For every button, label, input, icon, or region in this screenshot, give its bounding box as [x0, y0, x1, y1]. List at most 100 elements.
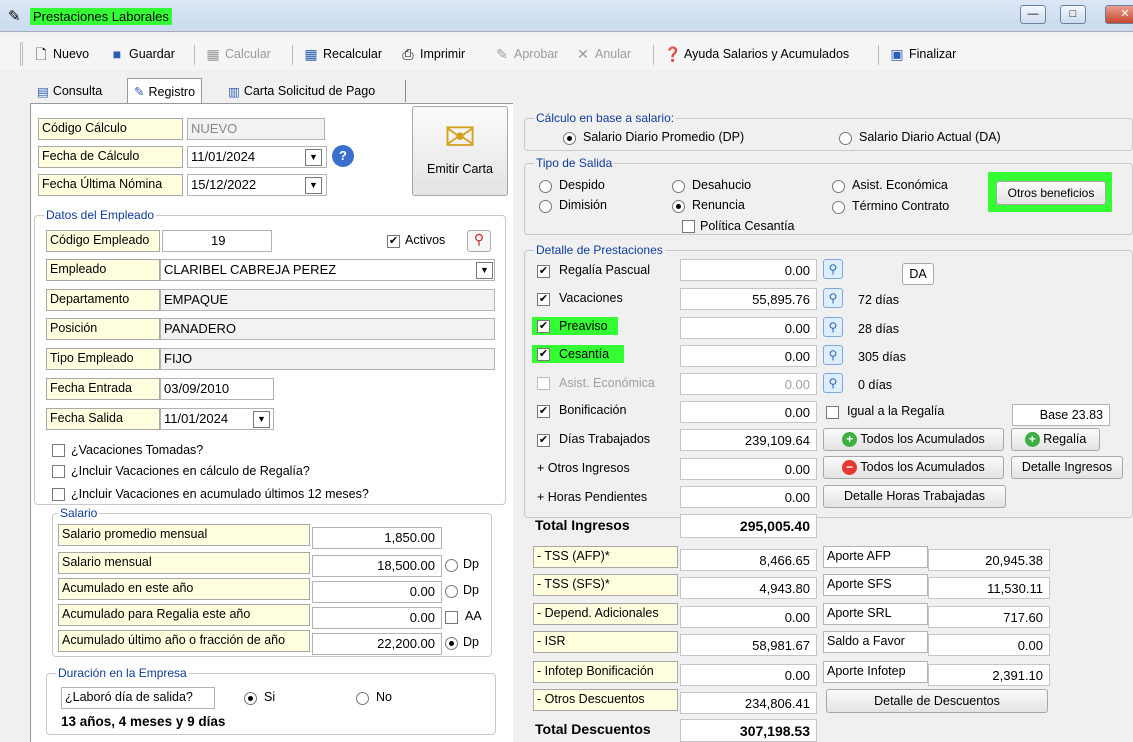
todos-acumulados-add-button[interactable]: + Todos los Acumulados — [823, 428, 1004, 451]
nuevo-button[interactable]: 🗋 Nuevo — [33, 45, 89, 63]
tab-registro[interactable]: ✎ Registro — [127, 78, 203, 104]
asist-checkbox[interactable] — [537, 377, 550, 390]
desahucio-radio[interactable] — [672, 180, 685, 193]
imprimir-button[interactable]: ⎙ Imprimir — [400, 45, 465, 63]
fecha-ultima-nomina-dropdown[interactable]: ▼ — [305, 177, 322, 194]
otros-beneficios-button[interactable]: Otros beneficios — [996, 181, 1106, 205]
exit-door-icon: ▣ — [890, 46, 904, 62]
tab-carta[interactable]: ▥ Carta Solicitud de Pago — [221, 78, 382, 104]
acumulado-ultimo-label: Acumulado último año o fracción de año — [58, 630, 310, 652]
acumulado-regalia-field[interactable]: 0.00 — [312, 607, 442, 629]
fecha-ultima-nomina-label: Fecha Última Nómina — [38, 174, 183, 196]
detalle-descuentos-button[interactable]: Detalle de Descuentos — [826, 689, 1048, 713]
tab-label: Carta Solicitud de Pago — [243, 84, 376, 98]
politica-cesantia-checkbox[interactable] — [682, 220, 695, 233]
calcular-button[interactable]: ▦ Calcular — [205, 45, 271, 63]
departamento-label: Departamento — [46, 289, 160, 311]
salario-dp-radio[interactable] — [563, 132, 576, 145]
vacaciones-acumulado-label: ¿Incluir Vacaciones en acumulado últimos… — [71, 487, 369, 501]
total-descuentos-label: Total Descuentos — [535, 721, 651, 737]
acumulado-regalia-label: Acumulado para Regalia este año — [58, 604, 310, 626]
igual-regalia-checkbox[interactable] — [826, 406, 839, 419]
salario-mensual-radio[interactable] — [445, 559, 458, 572]
igual-regalia-label: Igual a la Regalía — [847, 404, 945, 418]
salario-da-radio[interactable] — [839, 132, 852, 145]
acumulado-regalia-checkbox[interactable] — [445, 611, 458, 624]
detalle-horas-button[interactable]: Detalle Horas Trabajadas — [823, 485, 1006, 508]
search-icon[interactable]: ⚲ — [823, 317, 843, 337]
acumulado-ultimo-radio[interactable] — [445, 637, 458, 650]
laboro-no-radio[interactable] — [356, 692, 369, 705]
codigo-calculo-label: Código Cálculo — [38, 118, 183, 140]
saldo-favor-label: Saldo a Favor — [823, 631, 928, 653]
vacaciones-checkbox[interactable]: ✔ — [537, 293, 550, 306]
bonificacion-checkbox[interactable]: ✔ — [537, 405, 550, 418]
salario-promedio-field[interactable]: 1,850.00 — [312, 527, 442, 549]
close-button[interactable]: ✕ — [1105, 5, 1133, 24]
da-button[interactable]: DA — [902, 263, 934, 285]
vacaciones-regalia-checkbox[interactable] — [52, 465, 65, 478]
help-icon[interactable]: ? — [332, 145, 354, 167]
laboro-dia-salida-label: ¿Laboró día de salida? — [61, 687, 215, 709]
toolbar-grip — [20, 42, 23, 66]
desahucio-label: Desahucio — [692, 178, 752, 192]
datos-empleado-title: Datos del Empleado — [44, 208, 157, 222]
acumulado-ultimo-field[interactable]: 22,200.00 — [312, 633, 442, 655]
fecha-calculo-dropdown[interactable]: ▼ — [305, 149, 322, 166]
termino-contrato-radio[interactable] — [832, 201, 845, 214]
calcular-label: Calcular — [225, 47, 271, 61]
tipo-salida-title: Tipo de Salida — [534, 156, 615, 170]
renuncia-radio[interactable] — [672, 200, 685, 213]
x-icon: ✕ — [577, 46, 589, 62]
isr-value: 58,981.67 — [680, 634, 817, 656]
search-icon[interactable]: ⚲ — [823, 345, 843, 365]
filter-icon[interactable]: ⚲ — [467, 230, 491, 252]
fecha-entrada-field[interactable]: 03/09/2010 — [160, 378, 274, 400]
emitir-carta-button[interactable]: ✉ Emitir Carta — [412, 106, 508, 196]
ayuda-label: Ayuda Salarios y Acumulados — [684, 47, 850, 61]
vacaciones-acumulado-checkbox[interactable] — [52, 488, 65, 501]
anular-button[interactable]: ✕ Anular — [575, 45, 631, 63]
regalia-checkbox[interactable]: ✔ — [537, 265, 550, 278]
cesantia-checkbox[interactable]: ✔ — [537, 348, 550, 361]
salario-mensual-field[interactable]: 18,500.00 — [312, 555, 442, 577]
codigo-calculo-field[interactable]: NUEVO — [187, 118, 325, 140]
activos-checkbox[interactable]: ✔ — [387, 235, 400, 248]
aprobar-button[interactable]: ✎ Aprobar — [494, 45, 558, 63]
toolbar-separator — [878, 45, 879, 65]
recalcular-button[interactable]: ▦ Recalcular — [303, 45, 382, 63]
preaviso-checkbox[interactable]: ✔ — [537, 320, 550, 333]
search-icon[interactable]: ⚲ — [823, 373, 843, 393]
laboro-si-radio[interactable] — [244, 692, 257, 705]
empleado-dropdown[interactable]: ▼ — [476, 262, 493, 279]
fecha-salida-dropdown[interactable]: ▼ — [253, 411, 270, 428]
maximize-button[interactable]: □ — [1060, 5, 1086, 24]
dias-trabajados-checkbox[interactable]: ✔ — [537, 434, 550, 447]
calculator-icon: ▦ — [304, 46, 318, 62]
dimision-radio[interactable] — [539, 200, 552, 213]
search-icon[interactable]: ⚲ — [823, 259, 843, 279]
base-field: Base 23.83 — [1012, 404, 1110, 426]
minimize-button[interactable]: — — [1020, 5, 1046, 24]
tab-consulta[interactable]: ▤ Consulta — [30, 78, 109, 104]
despido-radio[interactable] — [539, 180, 552, 193]
finalizar-button[interactable]: ▣ Finalizar — [889, 45, 956, 63]
acumulado-ano-field[interactable]: 0.00 — [312, 581, 442, 603]
codigo-empleado-field[interactable]: 19 — [162, 230, 272, 252]
search-icon[interactable]: ⚲ — [823, 288, 843, 308]
detalle-ingresos-button[interactable]: Detalle Ingresos — [1011, 456, 1123, 479]
preaviso-dias: 28 días — [858, 322, 900, 336]
todos-acumulados-remove-button[interactable]: − Todos los Acumulados — [823, 456, 1004, 479]
ayuda-button[interactable]: ❓ Ayuda Salarios y Acumulados — [664, 45, 849, 63]
empleado-select[interactable]: CLARIBEL CABREJA PEREZ — [160, 259, 495, 281]
new-document-icon: 🗋 — [35, 46, 47, 62]
regalia-button[interactable]: + Regalía — [1011, 428, 1100, 451]
guardar-button[interactable]: ■ Guardar — [109, 45, 175, 63]
vacaciones-tomadas-checkbox[interactable] — [52, 444, 65, 457]
envelope-icon: ✉ — [444, 117, 476, 159]
duracion-title: Duración en la Empresa — [56, 666, 189, 680]
acumulado-ano-radio[interactable] — [445, 585, 458, 598]
dias-trabajados-label: Días Trabajados — [559, 432, 651, 446]
asist-economica-radio[interactable] — [832, 180, 845, 193]
tab-label: Registro — [148, 84, 196, 99]
